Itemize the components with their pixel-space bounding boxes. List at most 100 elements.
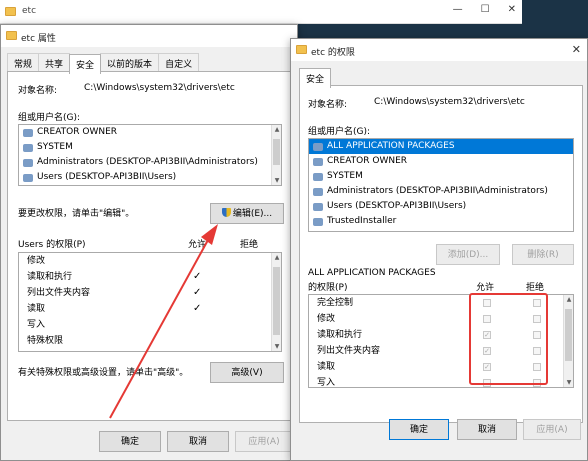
advanced-button[interactable]: 高级(V) <box>210 362 284 383</box>
list-item[interactable]: CREATOR OWNER <box>19 125 281 140</box>
tab-security[interactable]: 安全 <box>299 68 332 88</box>
highlight-box <box>469 293 548 385</box>
explorer-window: etc — ☐ ✕ <box>0 0 522 24</box>
permissions-dialog: etc 的权限 ✕ 安全 对象名称: C:\Windows\system32\d… <box>290 38 588 461</box>
list-item[interactable]: Administrators (DESKTOP-API3BII\Administ… <box>19 155 281 170</box>
table-row: 特殊权限 <box>19 333 281 349</box>
add-button[interactable]: 添加(D)... <box>436 244 500 265</box>
perms-label: ALL APPLICATION PACKAGES <box>308 268 436 278</box>
deny-header: 拒绝 <box>526 283 545 293</box>
user-list[interactable]: CREATOR OWNER SYSTEM Administrators (DES… <box>18 124 282 186</box>
object-name-label: 对象名称: <box>18 86 58 96</box>
permission-scrollbar[interactable]: ▲ ▼ <box>563 295 573 387</box>
permission-name: 列出文件夹内容 <box>317 346 381 356</box>
user-group-icon <box>23 143 33 152</box>
cancel-button[interactable]: 取消 <box>167 431 229 452</box>
perms-label: Users 的权限(P) <box>18 240 86 250</box>
permissions-titlebar: etc 的权限 ✕ <box>291 39 587 61</box>
remove-button[interactable]: 删除(R) <box>512 244 574 265</box>
permission-scrollbar[interactable]: ▲ ▼ <box>271 253 281 351</box>
table-row: 读取 ✓ <box>19 301 281 317</box>
ok-button[interactable]: 确定 <box>99 431 161 452</box>
user-group-icon <box>313 217 323 226</box>
list-item[interactable]: SYSTEM <box>309 169 573 184</box>
list-item[interactable]: Administrators (DESKTOP-API3BII\Administ… <box>309 184 573 199</box>
permission-name: 读取和执行 <box>27 272 73 282</box>
scroll-down-icon[interactable]: ▼ <box>272 343 281 350</box>
permission-name: 修改 <box>317 314 336 324</box>
permission-name: 读取和执行 <box>317 330 363 340</box>
user-group-icon <box>313 172 323 181</box>
ok-button[interactable]: 确定 <box>389 419 449 440</box>
close-icon[interactable]: ✕ <box>508 4 516 15</box>
window-controls: — ☐ ✕ <box>453 4 516 15</box>
user-group-icon <box>313 202 323 211</box>
cancel-button[interactable]: 取消 <box>457 419 517 440</box>
group-label: 组或用户名(G): <box>308 127 371 137</box>
tab-previous-versions[interactable]: 以前的版本 <box>100 53 160 73</box>
maximize-icon[interactable]: ☐ <box>481 4 490 15</box>
permission-name: 写入 <box>27 320 46 330</box>
scroll-down-icon[interactable]: ▼ <box>272 177 281 184</box>
tab-customize[interactable]: 自定义 <box>158 53 200 73</box>
object-path: C:\Windows\system32\drivers\etc <box>84 83 235 93</box>
permissions-title: etc 的权限 <box>311 48 355 58</box>
perms-label-suffix: 的权限(P) <box>308 283 348 293</box>
scroll-up-icon[interactable]: ▲ <box>272 254 281 261</box>
user-group-icon <box>313 187 323 196</box>
folder-icon <box>5 7 16 16</box>
close-icon[interactable]: ✕ <box>572 43 581 56</box>
user-group-icon <box>23 173 33 182</box>
list-item[interactable]: TrustedInstaller <box>309 214 573 229</box>
apply-button[interactable]: 应用(A) <box>235 431 293 452</box>
list-item[interactable]: CREATOR OWNER <box>309 154 573 169</box>
properties-dialog: etc 属性 常规 共享 安全 以前的版本 自定义 对象名称: C:\Windo… <box>0 24 298 461</box>
allow-check-icon: ✓ <box>193 287 202 298</box>
object-path: C:\Windows\system32\drivers\etc <box>374 97 525 107</box>
permission-name: 列出文件夹内容 <box>27 288 91 298</box>
folder-icon <box>6 31 17 40</box>
permission-list: 修改读取和执行 ✓ 列出文件夹内容 ✓ 读取 ✓ 写入特殊权限 ▲ ▼ <box>18 252 282 352</box>
properties-tabs: 常规 共享 安全 以前的版本 自定义 <box>7 53 200 74</box>
scroll-up-icon[interactable]: ▲ <box>564 296 573 303</box>
user-group-icon <box>23 158 33 167</box>
shield-icon <box>221 208 231 217</box>
permission-name: 读取 <box>27 304 46 314</box>
folder-icon <box>296 45 307 54</box>
properties-title: etc 属性 <box>21 34 56 44</box>
tab-sharing[interactable]: 共享 <box>38 53 71 73</box>
list-item[interactable]: ALL APPLICATION PACKAGES <box>309 139 573 154</box>
allow-check-icon: ✓ <box>193 271 202 282</box>
scroll-thumb[interactable] <box>565 309 572 361</box>
user-group-icon <box>313 142 323 151</box>
tab-security[interactable]: 安全 <box>69 54 102 74</box>
permissions-tabs: 安全 <box>299 67 332 88</box>
allow-check-icon: ✓ <box>193 303 202 314</box>
scroll-down-icon[interactable]: ▼ <box>564 379 573 386</box>
scroll-thumb[interactable] <box>273 267 280 335</box>
table-row: 修改 <box>19 253 281 269</box>
permission-name: 修改 <box>27 256 46 266</box>
user-list-scrollbar[interactable]: ▲ ▼ <box>271 125 281 185</box>
minimize-icon[interactable]: — <box>453 4 463 15</box>
scroll-thumb[interactable] <box>273 139 280 165</box>
security-panel: 对象名称: C:\Windows\system32\drivers\etc 组或… <box>7 71 293 421</box>
group-label: 组或用户名(G): <box>18 113 81 123</box>
apply-button[interactable]: 应用(A) <box>523 419 581 440</box>
object-name-label: 对象名称: <box>308 100 348 110</box>
table-row: 读取和执行 ✓ <box>19 269 281 285</box>
change-hint: 要更改权限，请单击"编辑"。 <box>18 209 135 219</box>
permission-name: 写入 <box>317 378 336 388</box>
permission-name: 读取 <box>317 362 336 372</box>
scroll-up-icon[interactable]: ▲ <box>272 126 281 133</box>
allow-header: 允许 <box>188 240 207 250</box>
user-group-icon <box>313 157 323 166</box>
list-item[interactable]: Users (DESKTOP-API3BII\Users) <box>19 170 281 185</box>
list-item[interactable]: Users (DESKTOP-API3BII\Users) <box>309 199 573 214</box>
permission-name: 特殊权限 <box>27 336 64 346</box>
deny-header: 拒绝 <box>240 240 259 250</box>
tab-general[interactable]: 常规 <box>7 53 40 73</box>
user-list[interactable]: ALL APPLICATION PACKAGES CREATOR OWNER S… <box>308 138 574 232</box>
list-item[interactable]: SYSTEM <box>19 140 281 155</box>
edit-button[interactable]: 编辑(E)... <box>210 203 284 224</box>
